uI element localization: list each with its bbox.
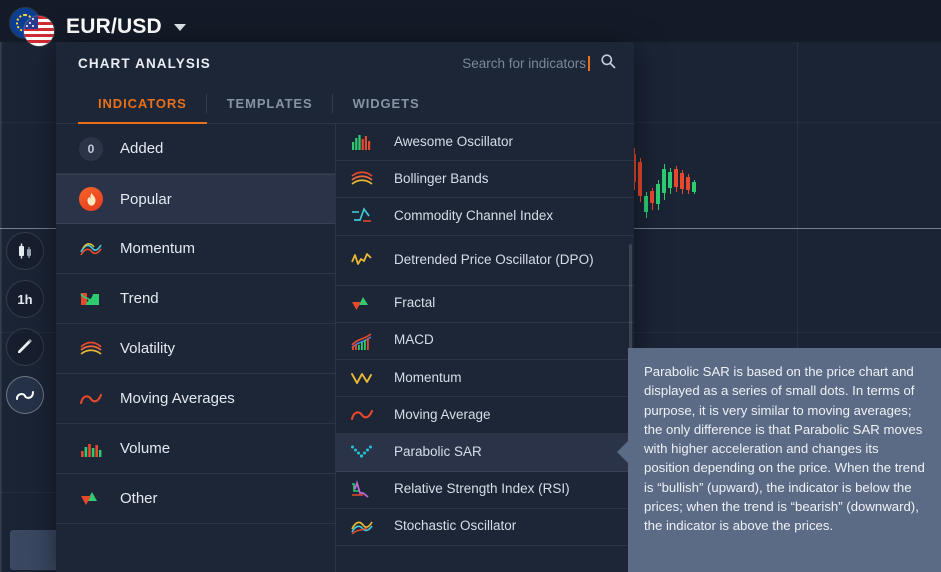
candlestick-series: [632, 130, 712, 250]
category-label: Other: [120, 490, 158, 507]
category-label: Trend: [120, 290, 159, 307]
indicators-button[interactable]: [6, 376, 44, 414]
indicator-item-bollinger-bands[interactable]: Bollinger Bands: [336, 161, 634, 199]
indicator-description-tooltip: Parabolic SAR is based on the price char…: [617, 348, 941, 572]
indicator-item-macd[interactable]: MACD: [336, 323, 634, 360]
category-label: Momentum: [120, 240, 196, 257]
indicator-item-fractal[interactable]: Fractal: [336, 286, 634, 323]
indicator-item-awesome-oscillator[interactable]: Awesome Oscillator: [336, 124, 634, 162]
category-label: Moving Averages: [120, 390, 235, 407]
indicator-label: Stochastic Oscillator: [394, 518, 517, 534]
fire-icon: [78, 186, 104, 212]
category-item-added[interactable]: 0 Added: [56, 124, 335, 174]
candlestick-chart-type-button[interactable]: [6, 232, 44, 270]
added-count: 0: [79, 136, 103, 161]
indicator-label: Fractal: [394, 295, 436, 311]
momentum-icon: [78, 236, 104, 262]
modal-header: CHART ANALYSIS: [56, 42, 634, 84]
indicator-item-dpo[interactable]: Detrended Price Oscillator (DPO): [336, 236, 634, 286]
chevron-down-icon[interactable]: [173, 23, 186, 31]
indicator-label: Awesome Oscillator: [394, 133, 514, 149]
symbol-name: EUR/USD: [66, 15, 162, 38]
count-badge: 0: [78, 136, 104, 162]
category-item-other[interactable]: Other: [56, 474, 335, 524]
moving-average-icon: [78, 386, 104, 412]
category-item-moving-averages[interactable]: Moving Averages: [56, 374, 335, 424]
volume-icon: [78, 436, 104, 462]
other-icon: [78, 486, 104, 512]
category-item-trend[interactable]: Trend: [56, 274, 335, 324]
indicator-item-moving-average[interactable]: Moving Average: [336, 397, 634, 435]
tab-widgets[interactable]: WIDGETS: [333, 84, 440, 123]
currency-pair-flags: [10, 6, 56, 48]
volatility-icon: [78, 336, 104, 362]
drawing-tools-button[interactable]: [6, 328, 44, 366]
search-input[interactable]: [422, 55, 590, 71]
bollinger-bands-icon: [350, 168, 376, 190]
parabolic-sar-icon: [350, 441, 376, 463]
stochastic-oscillator-icon: [350, 516, 376, 538]
indicator-label: Parabolic SAR: [394, 443, 482, 459]
modal-body: 0 Added Popular Momentum Trend Volatilit…: [56, 124, 634, 572]
tab-indicators[interactable]: INDICATORS: [78, 84, 207, 124]
us-flag-icon: [24, 16, 54, 46]
indicator-label: MACD: [394, 332, 434, 348]
indicator-label: Momentum: [394, 369, 462, 385]
category-label: Volatility: [120, 340, 176, 357]
cci-icon: [350, 205, 376, 227]
awesome-oscillator-icon: [350, 131, 376, 153]
indicator-label: Bollinger Bands: [394, 170, 489, 186]
indicator-item-cci[interactable]: Commodity Channel Index: [336, 198, 634, 236]
fractal-icon: [350, 293, 376, 315]
tooltip-text: Parabolic SAR is based on the price char…: [644, 364, 925, 534]
category-list: 0 Added Popular Momentum Trend Volatilit…: [56, 124, 336, 572]
category-item-momentum[interactable]: Momentum: [56, 224, 335, 274]
rsi-icon: [350, 479, 376, 501]
indicator-label: Detrended Price Oscillator (DPO): [394, 251, 594, 267]
trading-platform-screen: EUR/USD 1h CHART ANALYSIS Search for ind…: [0, 0, 941, 572]
chart-analysis-modal: CHART ANALYSIS INDICATORS TEMPLATES WIDG…: [56, 42, 634, 572]
trend-icon: [78, 286, 104, 312]
search-box[interactable]: [422, 53, 616, 74]
modal-tabs: INDICATORS TEMPLATES WIDGETS: [56, 84, 634, 124]
category-label: Popular: [120, 190, 172, 208]
indicator-item-rsi[interactable]: Relative Strength Index (RSI): [336, 472, 634, 509]
indicator-list: Awesome Oscillator Bollinger Bands Commo…: [336, 124, 634, 572]
chart-left-axis: [0, 42, 2, 572]
modal-title: CHART ANALYSIS: [78, 55, 211, 71]
timeframe-button[interactable]: 1h: [6, 280, 44, 318]
indicator-label: Moving Average: [394, 406, 491, 422]
category-label: Added: [120, 140, 164, 157]
indicator-item-momentum[interactable]: Momentum: [336, 360, 634, 398]
moving-average-indicator-icon: [350, 404, 376, 426]
category-item-volume[interactable]: Volume: [56, 424, 335, 474]
search-icon[interactable]: [600, 53, 616, 74]
indicator-label: Commodity Channel Index: [394, 208, 554, 224]
indicator-label: Relative Strength Index (RSI): [394, 481, 570, 497]
dpo-icon: [350, 249, 376, 271]
category-item-popular[interactable]: Popular: [56, 174, 335, 224]
category-label: Volume: [120, 440, 171, 457]
chart-left-toolbar: 1h: [6, 232, 46, 424]
momentum-indicator-icon: [350, 367, 376, 389]
indicator-item-parabolic-sar[interactable]: Parabolic SAR: [336, 434, 634, 472]
indicator-item-stochastic-oscillator[interactable]: Stochastic Oscillator: [336, 509, 634, 546]
tab-templates[interactable]: TEMPLATES: [207, 84, 333, 123]
category-item-volatility[interactable]: Volatility: [56, 324, 335, 374]
macd-icon: [350, 330, 376, 352]
